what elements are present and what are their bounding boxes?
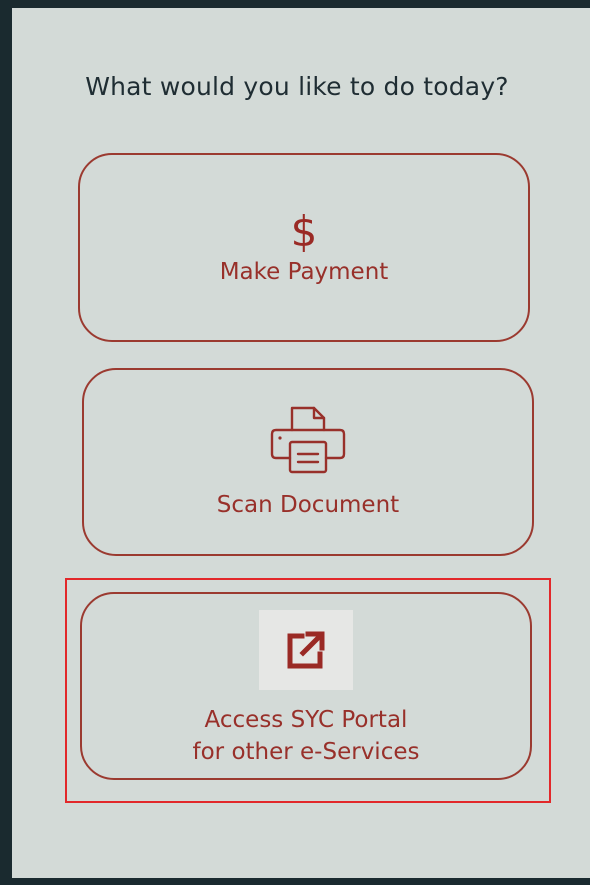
- dollar-icon: $: [290, 206, 318, 256]
- external-link-icon-tile: [259, 610, 353, 690]
- page-prompt: What would you like to do today?: [85, 72, 509, 101]
- access-portal-label-line1: Access SYC Portal: [204, 707, 408, 733]
- scan-document-label: Scan Document: [216, 492, 400, 518]
- make-payment-label: Make Payment: [219, 258, 389, 285]
- app-screen: What would you like to do today? $ Make …: [12, 8, 590, 878]
- scan-document-button[interactable]: Scan Document: [82, 368, 534, 556]
- access-syc-portal-button[interactable]: Access SYC Portal for other e-Services: [80, 592, 532, 780]
- printer-icon: [270, 406, 346, 474]
- external-link-icon: [287, 631, 325, 669]
- access-portal-label-line2: for other e-Services: [192, 739, 420, 765]
- make-payment-button[interactable]: $ Make Payment: [78, 153, 530, 342]
